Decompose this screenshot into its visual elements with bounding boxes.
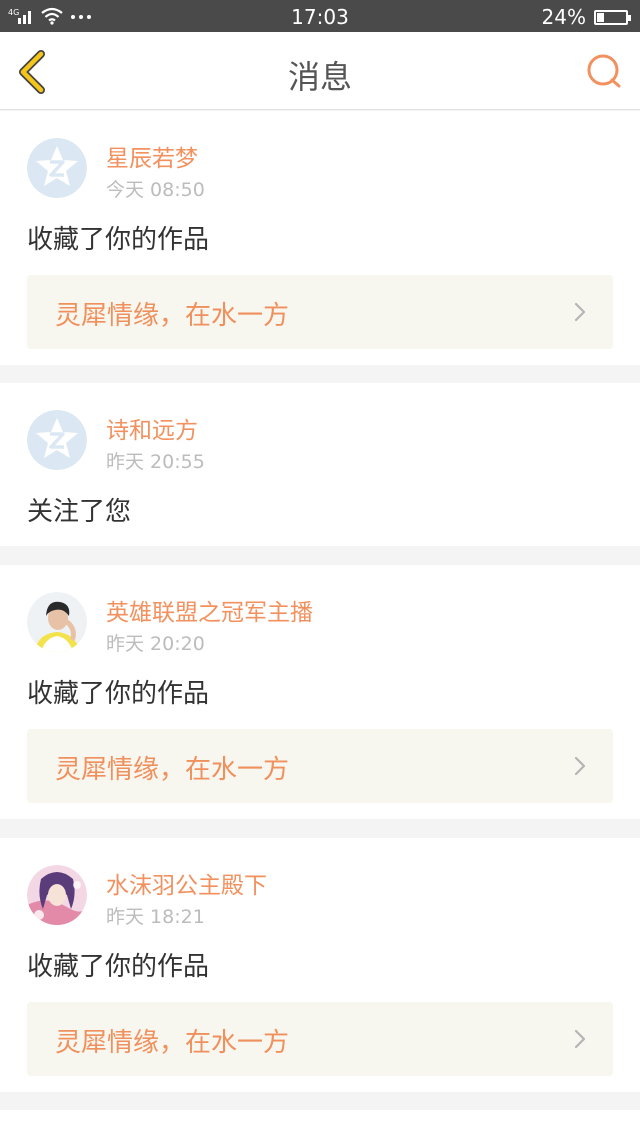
avatar[interactable] <box>27 138 87 198</box>
message-action: 关注了您 <box>27 497 132 527</box>
avatar[interactable] <box>27 410 87 470</box>
status-bar: 4G 17:03 24% <box>0 0 640 32</box>
message-time: 昨天 20:55 <box>106 451 205 473</box>
message-card: 水沫羽公主殿下 昨天 18:21 收藏了你的作品 灵犀情缘，在水一方 <box>0 838 640 1092</box>
default-avatar-icon <box>27 410 87 470</box>
work-link[interactable]: 灵犀情缘，在水一方 <box>27 275 613 349</box>
work-title: 灵犀情缘，在水一方 <box>55 301 290 331</box>
anime-avatar-icon <box>27 865 87 925</box>
message-action: 收藏了你的作品 <box>27 225 210 255</box>
user-name[interactable]: 英雄联盟之冠军主播 <box>106 593 313 627</box>
battery-percent: 24% <box>541 5 586 29</box>
user-name[interactable]: 水沫羽公主殿下 <box>106 866 267 900</box>
photo-avatar-icon <box>27 592 87 652</box>
chevron-right-icon <box>574 756 586 776</box>
avatar[interactable] <box>27 592 87 652</box>
message-card-partial <box>0 1110 640 1138</box>
work-link[interactable]: 灵犀情缘，在水一方 <box>27 729 613 803</box>
battery-level <box>597 12 604 22</box>
message-action: 收藏了你的作品 <box>27 952 210 982</box>
message-time: 昨天 20:20 <box>106 633 205 655</box>
work-link[interactable]: 灵犀情缘，在水一方 <box>27 1002 613 1076</box>
search-icon <box>587 54 621 88</box>
message-action: 收藏了你的作品 <box>27 679 210 709</box>
nav-bar: 消息 <box>0 32 640 110</box>
message-card: 诗和远方 昨天 20:55 关注了您 <box>0 383 640 546</box>
work-title: 灵犀情缘，在水一方 <box>55 755 290 785</box>
search-button[interactable] <box>584 52 624 92</box>
message-time: 今天 08:50 <box>106 179 205 201</box>
user-name[interactable]: 诗和远方 <box>106 411 198 445</box>
default-avatar-icon <box>27 138 87 198</box>
battery-icon <box>594 9 631 25</box>
page-title: 消息 <box>287 58 352 96</box>
status-right: 24% <box>541 5 631 29</box>
avatar[interactable] <box>27 865 87 925</box>
user-name[interactable]: 星辰若梦 <box>106 139 198 173</box>
message-card: 英雄联盟之冠军主播 昨天 20:20 收藏了你的作品 灵犀情缘，在水一方 <box>0 565 640 819</box>
chevron-right-icon <box>574 1029 586 1049</box>
work-title: 灵犀情缘，在水一方 <box>55 1028 290 1058</box>
chevron-right-icon <box>574 302 586 322</box>
message-time: 昨天 18:21 <box>106 906 205 928</box>
message-card: 星辰若梦 今天 08:50 收藏了你的作品 灵犀情缘，在水一方 <box>0 111 640 365</box>
